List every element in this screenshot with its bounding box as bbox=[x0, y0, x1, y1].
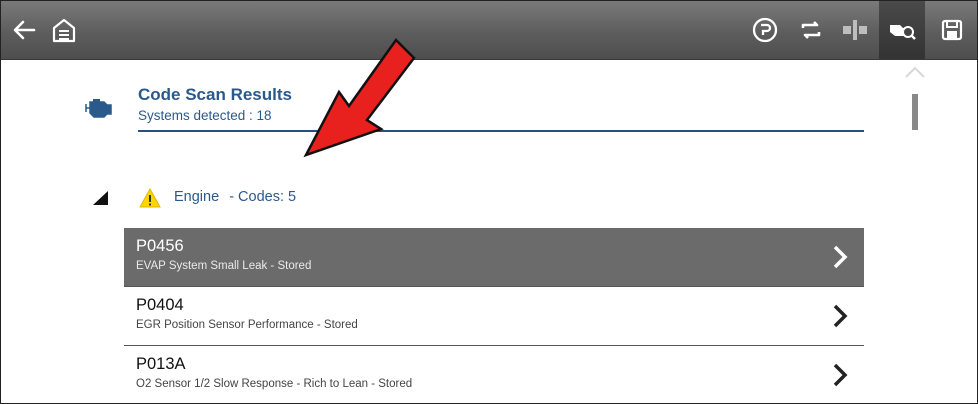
chevron-right-icon bbox=[832, 245, 848, 274]
vehicle-scan-icon[interactable] bbox=[879, 1, 925, 59]
engine-icon bbox=[84, 98, 114, 123]
warning-icon bbox=[138, 187, 162, 214]
scrollbar-thumb[interactable] bbox=[912, 94, 918, 130]
chevron-right-icon bbox=[832, 304, 848, 333]
page-title: Code Scan Results bbox=[138, 85, 292, 104]
code-description: EGR Position Sensor Performance - Stored bbox=[136, 319, 358, 331]
system-codes-count: - Codes: 5 bbox=[229, 189, 297, 205]
back-arrow-icon[interactable] bbox=[7, 1, 41, 59]
code-id: P0456 bbox=[136, 237, 184, 255]
app-window: Code Scan Results Systems detected : 18 … bbox=[0, 0, 978, 404]
code-row[interactable]: P0456 EVAP System Small Leak - Stored bbox=[124, 228, 864, 287]
system-header[interactable]: Engine - Codes: 5 bbox=[174, 189, 296, 205]
header-divider bbox=[138, 130, 864, 132]
code-row[interactable]: P0404 EGR Position Sensor Performance - … bbox=[124, 287, 864, 346]
code-id: P013A bbox=[136, 355, 186, 373]
save-icon[interactable] bbox=[933, 1, 971, 59]
codes-list: P0456 EVAP System Small Leak - Stored P0… bbox=[124, 228, 864, 403]
code-description: EVAP System Small Leak - Stored bbox=[136, 260, 312, 272]
code-id: P0404 bbox=[136, 296, 184, 314]
system-name: Engine bbox=[174, 189, 220, 205]
scroll-up-icon[interactable] bbox=[904, 65, 926, 84]
results-panel: Code Scan Results Systems detected : 18 … bbox=[1, 38, 977, 403]
toolbar bbox=[1, 1, 977, 60]
chevron-right-icon bbox=[832, 363, 848, 392]
systems-detected-count: Systems detected : 18 bbox=[138, 108, 272, 123]
code-row[interactable]: P013A O2 Sensor 1/2 Slow Response - Rich… bbox=[124, 346, 864, 403]
split-icon[interactable] bbox=[837, 1, 873, 59]
collapse-toggle-icon[interactable] bbox=[92, 190, 110, 211]
home-icon[interactable] bbox=[47, 1, 81, 59]
code-description: O2 Sensor 1/2 Slow Response - Rich to Le… bbox=[136, 378, 413, 390]
help-icon[interactable] bbox=[747, 1, 783, 59]
annotation-arrow bbox=[291, 30, 421, 175]
refresh-icon[interactable] bbox=[793, 1, 829, 59]
